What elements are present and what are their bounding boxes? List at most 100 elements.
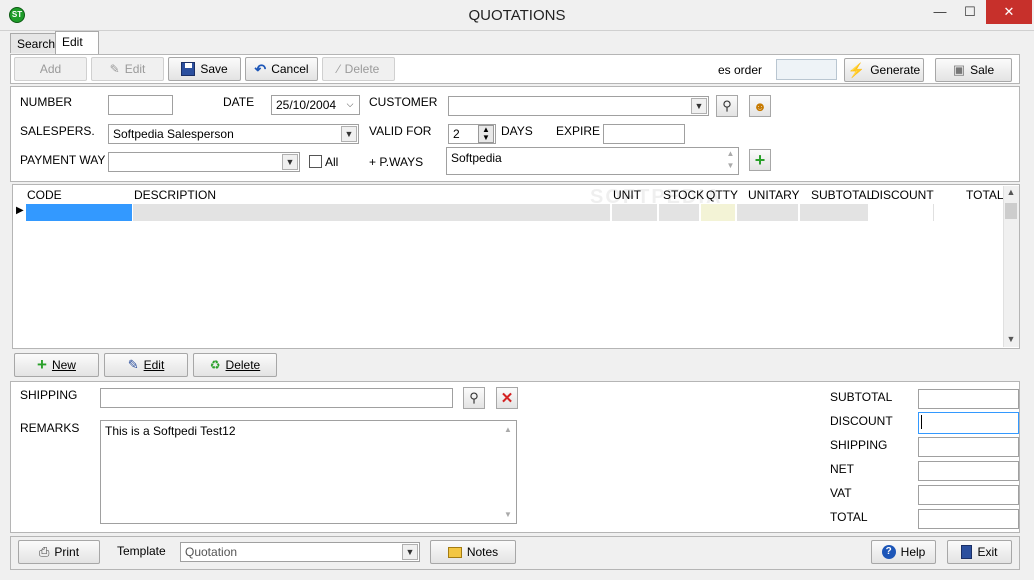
grid-header: CODE DESCRIPTION UNIT STOCK QTTY UNITARY… — [14, 186, 1004, 204]
pways-scrollbar[interactable]: ▲ ▼ — [723, 148, 738, 174]
table-cell-subtotal[interactable] — [800, 204, 869, 221]
edit-line-button[interactable]: ✎ Edit — [104, 353, 188, 377]
expire-field[interactable] — [603, 124, 685, 144]
column-header-subtotal[interactable]: SUBTOTAL — [811, 186, 873, 204]
all-checkbox[interactable] — [309, 155, 322, 168]
print-button[interactable]: ⎙ Print — [18, 540, 100, 564]
chevron-down-icon[interactable]: ▼ — [282, 154, 298, 170]
undo-icon: ↶ — [254, 60, 267, 77]
stepper-arrows-icon[interactable]: ▲ ▼ — [478, 125, 494, 143]
maximize-button[interactable]: ☐ — [956, 0, 984, 24]
date-value: 25/10/2004 — [276, 98, 337, 112]
remarks-scroll-up-icon[interactable]: ▲ — [501, 425, 515, 434]
recycle-icon: ♻ — [209, 358, 221, 372]
table-cell-unitary[interactable] — [737, 204, 799, 221]
customer-combo[interactable]: ▼ — [448, 96, 709, 116]
salesperson-combo[interactable]: Softpedia Salesperson ▼ — [108, 124, 359, 144]
save-button[interactable]: Save — [168, 57, 241, 81]
totals-shipping-field[interactable] — [918, 437, 1019, 457]
chevron-down-icon[interactable]: ⌵ — [342, 97, 358, 113]
valid-for-label: VALID FOR — [369, 124, 432, 138]
customer-search-button[interactable]: ⚲ — [716, 95, 738, 117]
number-field[interactable] — [108, 95, 173, 115]
magnifier-icon: ⚲ — [469, 390, 479, 405]
cancel-button[interactable]: ↶ Cancel — [245, 57, 318, 81]
help-button[interactable]: ? Help — [871, 540, 936, 564]
window-title: QUOTATIONS — [468, 7, 566, 24]
save-button-label: Save — [200, 62, 228, 76]
new-line-button[interactable]: + New — [14, 353, 99, 377]
chevron-down-icon[interactable]: ▼ — [402, 544, 418, 560]
delete-line-label: Delete — [225, 358, 261, 372]
print-label: Print — [54, 545, 80, 559]
shipping-label: SHIPPING — [20, 388, 78, 402]
date-picker[interactable]: 25/10/2004 ⌵ — [271, 95, 360, 115]
remarks-value: This is a Softpedi Test12 — [105, 424, 236, 438]
table-cell-qtty[interactable] — [701, 204, 736, 221]
net-field[interactable] — [918, 461, 1019, 481]
edit-document-icon: ✎ — [127, 357, 139, 372]
new-line-label: New — [51, 358, 76, 372]
edit-line-label: Edit — [143, 358, 165, 372]
table-cell-unit[interactable] — [612, 204, 658, 221]
help-label: Help — [900, 545, 926, 559]
date-label: DATE — [223, 95, 255, 109]
exit-button[interactable]: Exit — [947, 540, 1012, 564]
column-header-unitary[interactable]: UNITARY — [748, 186, 800, 204]
totals-shipping-label: SHIPPING — [830, 438, 888, 452]
subtotal-label: SUBTOTAL — [830, 390, 893, 404]
delete-button[interactable]: ⁄ Delete — [322, 57, 395, 81]
discount-field[interactable] — [918, 412, 1019, 434]
table-cell-discount[interactable] — [870, 204, 934, 221]
table-cell-total[interactable] — [935, 204, 1003, 221]
subtotal-field[interactable] — [918, 389, 1019, 409]
close-button[interactable]: ✕ — [986, 0, 1032, 24]
add-payment-way-button[interactable]: + — [749, 149, 771, 171]
minimize-button[interactable]: — — [926, 0, 954, 24]
shipping-field[interactable] — [100, 388, 453, 408]
column-header-description[interactable]: DESCRIPTION — [134, 186, 216, 204]
floppy-disk-icon — [181, 62, 196, 76]
pways-list[interactable]: Softpedia — [446, 147, 739, 175]
template-combo[interactable]: Quotation ▼ — [180, 542, 420, 562]
total-field[interactable] — [918, 509, 1019, 529]
shipping-clear-button[interactable]: ✕ — [496, 387, 518, 409]
chevron-down-icon[interactable]: ▼ — [341, 126, 357, 142]
remarks-scroll-down-icon[interactable]: ▼ — [501, 510, 515, 519]
scroll-down-icon[interactable]: ▼ — [1003, 334, 1019, 344]
column-header-code[interactable]: CODE — [27, 186, 62, 204]
row-pointer-icon: ▶ — [16, 205, 24, 216]
tab-edit[interactable]: Edit — [55, 31, 99, 54]
column-header-total[interactable]: TOTAL — [966, 186, 1004, 204]
table-cell-code[interactable] — [26, 204, 132, 221]
help-icon: ? — [881, 545, 896, 559]
add-button[interactable]: Add — [14, 57, 87, 81]
remarks-label: REMARKS — [20, 421, 80, 435]
delete-line-button[interactable]: ♻ Delete — [193, 353, 277, 377]
exit-label: Exit — [977, 545, 998, 559]
table-cell-description[interactable] — [133, 204, 611, 221]
generate-button[interactable]: ⚡ Generate — [844, 58, 924, 82]
sale-button-label: Sale — [970, 63, 995, 77]
scrollbar-thumb[interactable] — [1005, 203, 1017, 219]
customer-add-button[interactable]: ☻ — [749, 95, 771, 117]
vat-field[interactable] — [918, 485, 1019, 505]
chevron-down-icon[interactable]: ▼ — [691, 98, 707, 114]
remarks-textarea[interactable]: This is a Softpedi Test12 — [100, 420, 517, 524]
table-cell-stock[interactable] — [659, 204, 700, 221]
edit-button[interactable]: ✎ Edit — [91, 57, 164, 81]
scroll-up-icon[interactable]: ▲ — [1003, 187, 1019, 197]
text-cursor — [921, 415, 922, 429]
magnifier-icon: ⚲ — [722, 98, 732, 113]
cash-register-icon: ▣ — [952, 62, 966, 77]
cancel-button-label: Cancel — [271, 62, 309, 76]
shipping-search-button[interactable]: ⚲ — [463, 387, 485, 409]
payment-way-combo[interactable]: ▼ — [108, 152, 300, 172]
sale-button[interactable]: ▣ Sale — [935, 58, 1012, 82]
notes-button[interactable]: Notes — [430, 540, 516, 564]
edit-button-label: Edit — [124, 62, 146, 76]
orders-field[interactable] — [776, 59, 837, 80]
lightning-icon: ⚡ — [847, 61, 866, 78]
all-label: All — [325, 155, 339, 169]
column-header-discount[interactable]: DISCOUNT — [871, 186, 934, 204]
